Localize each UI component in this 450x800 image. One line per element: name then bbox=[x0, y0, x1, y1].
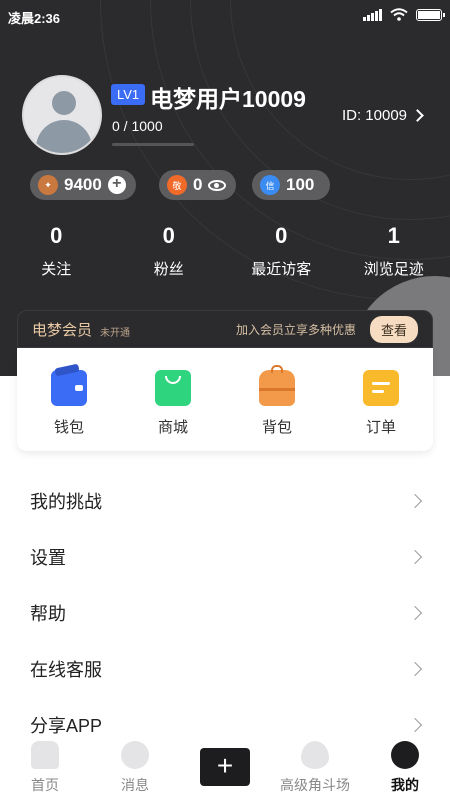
chevron-right-icon bbox=[411, 109, 424, 122]
stat-value: 0 bbox=[275, 223, 288, 248]
exp-progress-bar bbox=[112, 143, 194, 146]
feature-mall[interactable]: 商城 bbox=[121, 348, 225, 451]
menu-item-label: 帮助 bbox=[30, 604, 66, 624]
stat-label: 粉丝 bbox=[153, 261, 184, 278]
message-icon bbox=[121, 741, 149, 769]
clock: 凌晨2:36 bbox=[8, 11, 61, 26]
stat-history[interactable]: 1 浏览足迹 bbox=[338, 220, 450, 279]
tab-messages[interactable]: 消息 bbox=[90, 736, 180, 800]
tab-arena[interactable]: 高级角斗场 bbox=[270, 736, 360, 800]
backpack-icon bbox=[259, 365, 295, 406]
feature-label: 商城 bbox=[157, 419, 188, 436]
feature-backpack[interactable]: 背包 bbox=[225, 348, 329, 451]
menu-item-label: 在线客服 bbox=[30, 660, 102, 680]
chevron-right-icon bbox=[407, 549, 423, 565]
chevron-right-icon bbox=[407, 717, 423, 733]
trust-pill[interactable]: 信 100 bbox=[252, 170, 331, 200]
feature-label: 背包 bbox=[261, 419, 292, 436]
stat-following[interactable]: 0 关注 bbox=[0, 220, 113, 279]
order-icon bbox=[363, 370, 399, 406]
vip-banner[interactable]: 电梦会员 未开通 加入会员立享多种优惠 查看 bbox=[17, 310, 433, 348]
add-coins-icon[interactable]: + bbox=[107, 176, 126, 194]
wifi-icon bbox=[390, 8, 408, 21]
menu-item-label: 分享APP bbox=[30, 716, 103, 736]
menu-item-support[interactable]: 在线客服 bbox=[0, 641, 450, 697]
add-icon[interactable]: + bbox=[200, 748, 250, 786]
shopping-bag-icon bbox=[155, 370, 191, 406]
user-id: ID: 10009 bbox=[341, 107, 407, 124]
respect-value: 0 bbox=[193, 175, 203, 194]
feature-card: 钱包 商城 背包 订单 bbox=[17, 348, 433, 451]
stat-label: 浏览足迹 bbox=[363, 261, 424, 278]
username[interactable]: 电梦用户10009 bbox=[150, 80, 306, 114]
menu-item-challenges[interactable]: 我的挑战 bbox=[0, 473, 450, 529]
stat-value: 0 bbox=[162, 223, 175, 248]
menu-item-label: 设置 bbox=[30, 548, 66, 568]
chevron-right-icon bbox=[407, 661, 423, 677]
vip-view-button[interactable]: 查看 bbox=[369, 315, 418, 343]
feature-orders[interactable]: 订单 bbox=[329, 348, 433, 451]
eye-icon[interactable] bbox=[208, 179, 227, 191]
tab-home[interactable]: 首页 bbox=[0, 736, 90, 800]
profile-icon bbox=[391, 741, 419, 769]
stats-row: 0 关注 0 粉丝 0 最近访客 1 浏览足迹 bbox=[0, 220, 450, 279]
respect-pill[interactable]: 敬 0 bbox=[159, 170, 237, 200]
user-id-link[interactable]: ID: 10009 bbox=[341, 107, 424, 124]
stat-value: 1 bbox=[387, 223, 400, 248]
vip-title: 电梦会员 bbox=[32, 321, 93, 339]
menu-item-settings[interactable]: 设置 bbox=[0, 529, 450, 585]
coins-value: 9400 bbox=[64, 175, 102, 194]
tab-label: 我的 bbox=[391, 777, 419, 793]
feature-label: 钱包 bbox=[53, 419, 84, 436]
coins-pill[interactable]: ✦ 9400 + bbox=[30, 170, 136, 200]
vip-promo: 加入会员立享多种优惠 bbox=[235, 322, 356, 337]
avatar[interactable] bbox=[22, 75, 102, 155]
exp-text: 0 / 1000 bbox=[112, 118, 163, 134]
trust-icon: 信 bbox=[260, 175, 280, 195]
menu-item-help[interactable]: 帮助 bbox=[0, 585, 450, 641]
bottom-tab-bar: 首页 消息 + 高级角斗场 我的 bbox=[0, 736, 450, 800]
stat-fans[interactable]: 0 粉丝 bbox=[113, 220, 226, 279]
tab-label: 高级角斗场 bbox=[280, 777, 350, 793]
vip-status: 未开通 bbox=[100, 327, 131, 339]
coin-icon: ✦ bbox=[38, 175, 58, 195]
stat-label: 关注 bbox=[41, 261, 72, 278]
stat-visitors[interactable]: 0 最近访客 bbox=[225, 220, 338, 279]
menu-item-label: 我的挑战 bbox=[30, 492, 102, 512]
feature-wallet[interactable]: 钱包 bbox=[17, 348, 121, 451]
flame-icon bbox=[301, 741, 329, 769]
chevron-right-icon bbox=[407, 493, 423, 509]
signal-icon bbox=[363, 8, 382, 21]
tab-label: 首页 bbox=[31, 777, 59, 793]
feature-label: 订单 bbox=[365, 419, 396, 436]
level-badge: LV1 bbox=[111, 84, 146, 105]
respect-icon: 敬 bbox=[167, 175, 187, 195]
settings-menu: 我的挑战 设置 帮助 在线客服 分享APP bbox=[0, 473, 450, 753]
tab-profile[interactable]: 我的 bbox=[360, 736, 450, 800]
battery-icon bbox=[416, 8, 445, 21]
stat-value: 0 bbox=[50, 223, 63, 248]
chevron-right-icon bbox=[407, 605, 423, 621]
home-icon bbox=[31, 741, 59, 769]
tab-add[interactable]: + bbox=[180, 736, 270, 800]
stat-label: 最近访客 bbox=[251, 261, 312, 278]
trust-value: 100 bbox=[286, 175, 315, 194]
tab-label: 消息 bbox=[121, 777, 149, 793]
wallet-icon bbox=[51, 363, 87, 406]
status-bar: 凌晨2:36 bbox=[0, 0, 450, 30]
